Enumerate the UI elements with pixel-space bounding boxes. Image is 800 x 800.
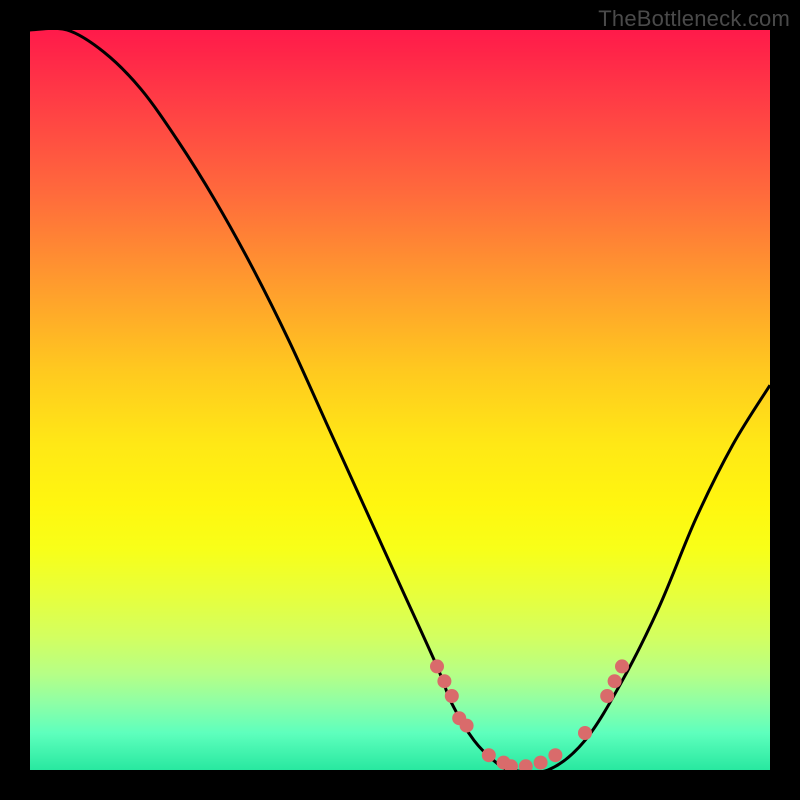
data-marker <box>460 719 474 733</box>
data-marker <box>445 689 459 703</box>
data-markers <box>430 659 629 770</box>
bottleneck-curve <box>30 30 770 770</box>
plot-area <box>30 30 770 770</box>
chart-container: TheBottleneck.com <box>0 0 800 800</box>
data-marker <box>430 659 444 673</box>
data-marker <box>437 674 451 688</box>
data-marker <box>482 748 496 762</box>
data-marker <box>600 689 614 703</box>
curve-svg <box>30 30 770 770</box>
data-marker <box>578 726 592 740</box>
data-marker <box>608 674 622 688</box>
data-marker <box>548 748 562 762</box>
curve-path-group <box>30 30 770 770</box>
watermark-text: TheBottleneck.com <box>598 6 790 32</box>
data-marker <box>519 759 533 770</box>
data-marker <box>534 756 548 770</box>
data-marker <box>615 659 629 673</box>
